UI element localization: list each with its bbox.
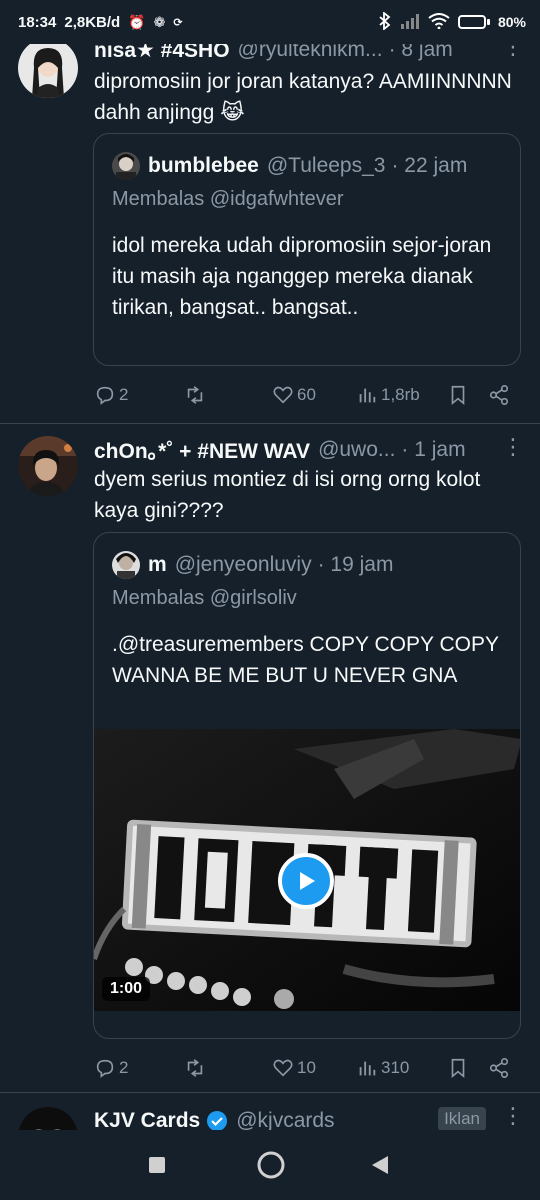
system-navigation-bar: [0, 1130, 540, 1200]
user-handle[interactable]: @kjvcards: [236, 1109, 334, 1130]
share-icon: [489, 385, 509, 405]
views-icon: [359, 1061, 376, 1076]
quote-handle: @jenyeonluviy: [174, 553, 312, 576]
recent-apps-button[interactable]: [148, 1156, 166, 1179]
tweet-1[interactable]: nisa★ #4SHO @ryulteknikm... · 8 jam ⋮ di…: [0, 0, 540, 425]
quote-time: · 22 jam: [391, 154, 468, 177]
play-button[interactable]: [278, 853, 334, 909]
network-speed: 2,8KB/d: [64, 13, 121, 31]
signal-icon: [400, 13, 420, 32]
views-count: 1,8rb: [381, 385, 420, 404]
replying-prefix: Membalas: [112, 188, 205, 210]
tweet-actions: 2 10 310: [94, 1053, 524, 1083]
share-icon: [489, 1058, 509, 1078]
like-button[interactable]: 10: [272, 1057, 316, 1079]
quote-header: bumblebee @Tuleeps_3 · 22 jam: [112, 150, 506, 182]
quote-display-name: m: [148, 553, 167, 576]
quoted-tweet[interactable]: m @jenyeonluviy · 19 jam Membalas @girls…: [93, 532, 521, 1039]
video-duration: 1:00: [102, 977, 151, 1001]
bluetooth-icon: [378, 10, 392, 33]
display-name[interactable]: KJV Cards: [94, 1109, 200, 1130]
heart-icon: [273, 386, 293, 404]
replying-mention[interactable]: @girlsoliv: [210, 587, 297, 609]
play-icon: [300, 872, 315, 890]
alarm-icon: ⏰: [128, 13, 146, 30]
like-count: 60: [297, 385, 316, 404]
avatar[interactable]: [18, 38, 78, 98]
views-button[interactable]: 310: [356, 1057, 409, 1079]
quote-handle: @Tuleeps_3: [266, 154, 386, 177]
back-triangle-icon: [372, 1156, 388, 1174]
battery-percent: 80%: [497, 14, 526, 30]
tweet-header: KJV Cards @kjvcards: [94, 1107, 420, 1130]
sync-notification-icon: ⟳: [173, 16, 183, 29]
replying-prefix: Membalas: [112, 587, 205, 609]
quote-text: .@treasuremembers COPY COPY COPY WANNA B…: [112, 633, 499, 687]
share-button[interactable]: [488, 1057, 510, 1079]
bookmark-button[interactable]: [447, 384, 469, 406]
tweet-actions: 2 60 1,8rb: [94, 380, 524, 410]
app-notification-icon: ❁: [153, 13, 166, 30]
avatar[interactable]: [18, 1107, 78, 1130]
more-options-icon[interactable]: ⋮: [502, 1103, 524, 1129]
bookmark-icon: [451, 1058, 465, 1079]
tweet-text: dyem serius montiez di isi orng orng kol…: [94, 468, 481, 522]
reply-count: 2: [119, 1058, 129, 1077]
tweet-2[interactable]: chOn｡*˚ + #NEW WAV @uwo... · 1 jam ⋮ dye…: [0, 424, 540, 1092]
quote-display-name: bumblebee: [148, 154, 259, 177]
quote-time: · 19 jam: [317, 553, 394, 576]
retweet-button[interactable]: [184, 1057, 209, 1079]
home-circle-icon: [257, 1151, 285, 1179]
wifi-icon: [428, 12, 450, 32]
quote-avatar: [112, 551, 140, 579]
user-handle[interactable]: @uwo...: [318, 438, 395, 462]
quote-avatar: [112, 152, 140, 180]
heart-icon: [273, 1059, 293, 1077]
retweet-icon: [187, 1059, 203, 1077]
status-time: 18:34: [18, 13, 57, 31]
bookmark-icon: [451, 385, 465, 406]
tweet-header: chOn｡*˚ + #NEW WAV @uwo... · 1 jam: [94, 436, 486, 464]
display-name[interactable]: chOn｡*˚ + #NEW WAV: [94, 436, 310, 464]
replying-mention[interactable]: @idgafwhtever: [210, 188, 344, 210]
status-bar: 18:34 2,8KB/d ⏰ ❁ ⟳ 80%: [0, 0, 540, 44]
retweet-icon: [187, 386, 203, 404]
avatar[interactable]: [18, 436, 78, 496]
more-options-icon[interactable]: ⋮: [502, 434, 524, 460]
reply-button[interactable]: 2: [94, 1057, 128, 1079]
quote-text: idol mereka udah dipromosiin sejor-joran…: [112, 234, 492, 319]
back-button[interactable]: [370, 1154, 390, 1181]
reply-icon: [96, 386, 114, 405]
share-button[interactable]: [488, 384, 510, 406]
reply-count: 2: [119, 385, 129, 404]
retweet-button[interactable]: [184, 384, 209, 406]
promoted-tweet[interactable]: KJV Cards @kjvcards Iklan ⋮: [0, 1093, 540, 1130]
home-button[interactable]: [256, 1150, 286, 1185]
like-button[interactable]: 60: [272, 384, 316, 406]
views-count: 310: [381, 1058, 410, 1077]
like-count: 10: [297, 1058, 316, 1077]
views-icon: [359, 388, 376, 403]
quote-replying-to: Membalas @girlsoliv: [112, 587, 297, 610]
tweet-text: dipromosiin jor joran katanya? AAMIINNNN…: [94, 70, 512, 124]
quote-header: m @jenyeonluviy · 19 jam: [112, 549, 506, 581]
square-icon: [149, 1157, 165, 1173]
quoted-tweet[interactable]: bumblebee @Tuleeps_3 · 22 jam Membalas @…: [93, 133, 521, 366]
ad-label: Iklan: [438, 1107, 486, 1130]
verified-badge-icon: [206, 1110, 228, 1130]
battery-icon: [457, 15, 490, 29]
bookmark-button[interactable]: [447, 1057, 469, 1079]
tweet-time[interactable]: · 1 jam: [401, 438, 465, 462]
reply-button[interactable]: 2: [94, 384, 128, 406]
video-player[interactable]: 1:00: [94, 729, 520, 1011]
views-button[interactable]: 1,8rb: [356, 384, 420, 406]
quote-replying-to: Membalas @idgafwhtever: [112, 188, 344, 211]
reply-icon: [96, 1059, 114, 1078]
